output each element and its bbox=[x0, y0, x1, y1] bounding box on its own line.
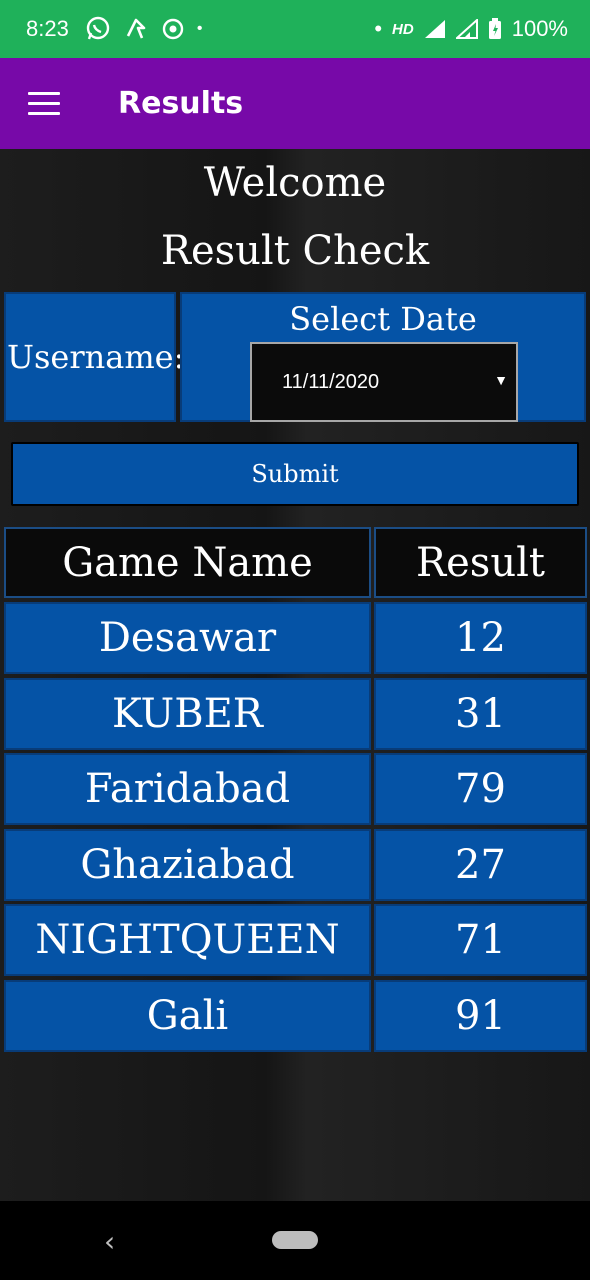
media-icon bbox=[161, 17, 185, 41]
table-cell-result: 31 bbox=[374, 678, 587, 750]
status-bar: 8:23 • • HD 100% bbox=[0, 0, 590, 58]
signal-icon-2 bbox=[455, 19, 478, 39]
hd-voice-label: HD bbox=[392, 20, 414, 38]
signal-icon bbox=[424, 19, 446, 39]
username-cell: Username: bbox=[4, 292, 184, 422]
notification-icons: • bbox=[85, 16, 203, 42]
table-cell-game-name: Ghaziabad bbox=[4, 829, 371, 901]
table-cell-game-name: Desawar bbox=[4, 602, 371, 674]
submit-button[interactable]: Submit bbox=[11, 442, 579, 506]
battery-icon bbox=[488, 18, 502, 40]
welcome-heading: Welcome bbox=[203, 160, 387, 206]
date-cell: Select Date 11/11/2020 ▼ bbox=[180, 292, 586, 422]
date-select-value: 11/11/2020 bbox=[282, 370, 380, 393]
more-notifications-dot: • bbox=[196, 20, 203, 37]
date-select[interactable]: 11/11/2020 ▼ bbox=[250, 342, 518, 422]
username-label: Username: bbox=[7, 338, 185, 376]
table-cell-game-name: Faridabad bbox=[4, 753, 371, 825]
select-date-label: Select Date bbox=[289, 300, 477, 338]
notification-dot: • bbox=[374, 16, 383, 41]
result-check-heading: Result Check bbox=[160, 228, 430, 274]
table-cell-game-name: Gali bbox=[4, 980, 371, 1052]
table-cell-result: 91 bbox=[374, 980, 587, 1052]
table-cell-result: 71 bbox=[374, 904, 587, 976]
menu-icon[interactable] bbox=[28, 84, 74, 124]
page-title: Results bbox=[118, 86, 244, 121]
table-cell-result: 79 bbox=[374, 753, 587, 825]
table-cell-game-name: KUBER bbox=[4, 678, 371, 750]
back-icon[interactable]: ‹ bbox=[104, 1225, 115, 1258]
system-icons: • HD 100% bbox=[374, 16, 568, 42]
table-cell-result: 27 bbox=[374, 829, 587, 901]
table-cell-result: 12 bbox=[374, 602, 587, 674]
home-pill-icon[interactable] bbox=[272, 1231, 318, 1249]
whatsapp-icon bbox=[85, 16, 111, 42]
system-nav-bar: ‹ bbox=[0, 1201, 590, 1280]
table-header-game-name: Game Name bbox=[4, 527, 371, 598]
app-notification-icon bbox=[123, 16, 149, 42]
dropdown-arrow-icon: ▼ bbox=[494, 372, 508, 388]
status-time: 8:23 bbox=[26, 16, 69, 41]
table-cell-game-name: NIGHTQUEEN bbox=[4, 904, 371, 976]
app-bar: Results bbox=[0, 58, 590, 149]
battery-percentage: 100% bbox=[511, 16, 568, 41]
table-header-result: Result bbox=[374, 527, 587, 598]
